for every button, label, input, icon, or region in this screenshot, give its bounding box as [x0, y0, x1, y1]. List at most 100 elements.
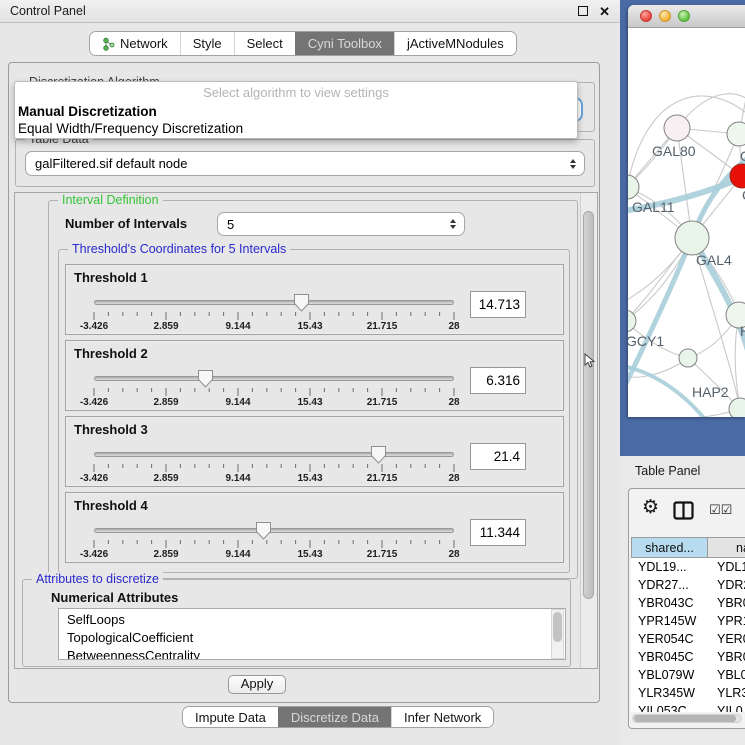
table-row[interactable]: YDR27...YDR2: [631, 576, 745, 594]
table-row[interactable]: YPR145WYPR1: [631, 612, 745, 630]
tab-select[interactable]: Select: [234, 32, 295, 55]
table-cell: YBR0: [708, 596, 745, 610]
table-row[interactable]: YBR043CYBR0: [631, 594, 745, 612]
threshold-2-row: Threshold 2-3.4262.8599.14415.4321.71528…: [65, 340, 564, 411]
tab-label: Network: [120, 36, 168, 51]
algorithm-popup-prompt: Select algorithm to view settings: [15, 82, 577, 103]
slider-tick-label: 9.144: [208, 473, 268, 484]
combo-stepper-icon: [570, 159, 576, 169]
network-node-label: HAP2: [692, 384, 729, 400]
table-cell: YDL19...: [631, 560, 708, 574]
number-of-intervals-value: 5: [227, 217, 234, 232]
close-icon[interactable]: ✕: [599, 5, 610, 18]
slider-tick-label: 15.43: [280, 321, 340, 332]
network-node-label: GA: [740, 148, 745, 164]
node-GAL80[interactable]: [664, 115, 690, 141]
slider-tick-label: 21.715: [352, 321, 412, 332]
apply-button[interactable]: Apply: [228, 675, 286, 694]
mouse-cursor: [584, 353, 596, 369]
threshold-3-value-field[interactable]: 21.4: [470, 443, 526, 470]
network-window[interactable]: GAL80GACGAL11GAL4HGCY1HAP2: [628, 5, 745, 417]
slider-track: [94, 528, 454, 533]
minimize-traffic-light-icon[interactable]: [659, 10, 671, 22]
table-cell: YIL0: [708, 704, 745, 712]
threshold-2-value-field[interactable]: 6.316: [470, 367, 526, 394]
table-row[interactable]: YER054CYER0: [631, 630, 745, 648]
table-horizontal-scrollbar[interactable]: [632, 714, 742, 723]
table-column-header-2[interactable]: na...: [708, 537, 745, 558]
table-data-combobox-value: galFiltered.sif default node: [35, 156, 187, 171]
table-cell: YER054C: [631, 632, 708, 646]
table-cell: YBR043C: [631, 596, 708, 610]
attribute-item-betweennesscentrality[interactable]: BetweennessCentrality: [67, 647, 565, 660]
network-canvas[interactable]: GAL80GACGAL11GAL4HGCY1HAP2: [628, 28, 745, 417]
attributes-list-scrollbar[interactable]: [551, 609, 564, 659]
table-rows: YDL19...YDL1YDR27...YDR2YBR043CYBR0YPR14…: [631, 558, 745, 712]
bottom-tab-infer-network[interactable]: Infer Network: [391, 707, 493, 727]
zoom-traffic-light-icon[interactable]: [678, 10, 690, 22]
settings-vertical-scrollbar[interactable]: [580, 193, 597, 668]
bottom-tab-discretize-data[interactable]: Discretize Data: [278, 707, 391, 727]
numerical-attributes-list[interactable]: SelfLoopsTopologicalCoefficientBetweenne…: [58, 608, 566, 660]
slider-thumb-icon[interactable]: [198, 370, 213, 388]
threshold-2-slider[interactable]: -3.4262.8599.14415.4321.71528: [86, 367, 526, 411]
slider-tick-label: 21.715: [352, 473, 412, 484]
node-bottom-right[interactable]: [729, 398, 745, 417]
slider-ticks: [86, 464, 466, 473]
bottom-tab-impute-data[interactable]: Impute Data: [183, 707, 278, 727]
checkbox-icons[interactable]: ☑☑: [709, 503, 732, 518]
bottom-tab-label: Infer Network: [404, 710, 481, 725]
slider-thumb-icon[interactable]: [256, 522, 271, 540]
threshold-1-slider[interactable]: -3.4262.8599.14415.4321.71528: [86, 291, 526, 335]
gear-icon[interactable]: ⚙: [642, 498, 659, 517]
float-window-icon[interactable]: [578, 6, 588, 16]
table-row[interactable]: YBR045CYBR0: [631, 648, 745, 666]
algorithm-option-manual-discretization[interactable]: Manual Discretization: [15, 103, 577, 120]
table-row[interactable]: YIL053CYIL0: [631, 702, 745, 712]
slider-ticks: [86, 312, 466, 321]
close-traffic-light-icon[interactable]: [640, 10, 652, 22]
table-row[interactable]: YLR345WYLR3: [631, 684, 745, 702]
tab-label: Style: [193, 36, 222, 51]
table-column-header-1[interactable]: shared...: [631, 537, 708, 558]
node-HAP2[interactable]: [679, 349, 697, 367]
combo-stepper-icon: [450, 219, 456, 229]
tab-cyni-toolbox[interactable]: Cyni Toolbox: [295, 32, 394, 55]
threshold-4-slider[interactable]: -3.4262.8599.14415.4321.71528: [86, 519, 526, 563]
attribute-item-topologicalcoefficient[interactable]: TopologicalCoefficient: [67, 629, 565, 647]
split-columns-icon[interactable]: [673, 501, 694, 520]
threshold-1-row: Threshold 1-3.4262.8599.14415.4321.71528…: [65, 264, 564, 335]
slider-thumb-icon[interactable]: [294, 294, 309, 312]
table-cell: YBL079W: [631, 668, 708, 682]
network-node-label: GCY1: [628, 333, 664, 349]
threshold-1-value-field[interactable]: 14.713: [470, 291, 526, 318]
threshold-3-slider[interactable]: -3.4262.8599.14415.4321.71528: [86, 443, 526, 487]
top-tab-bar: Network Style SelectCyni ToolboxjActiveMNo…: [89, 31, 517, 56]
tab-network[interactable]: Network: [90, 32, 180, 55]
table-cell: YPR1: [708, 614, 745, 628]
table-row[interactable]: YDL19...YDL1: [631, 558, 745, 576]
table-data-combobox[interactable]: galFiltered.sif default node: [25, 151, 585, 176]
table-panel-box: ⚙ ☑☑ shared...na... YDL19...YDL1YDR27...…: [628, 488, 745, 729]
numerical-attributes-label: Numerical Attributes: [51, 590, 178, 605]
threshold-4-value-field[interactable]: 11.344: [470, 519, 526, 546]
panel-title: Control Panel: [10, 4, 86, 18]
slider-tick-label: 9.144: [208, 321, 268, 332]
network-edge-thick: [628, 238, 692, 390]
table-panel: Table Panel ⚙ ☑☑ shared...na... YDL19...…: [620, 456, 745, 745]
node-GAL4[interactable]: [675, 221, 709, 255]
slider-thumb-icon[interactable]: [371, 446, 386, 464]
tab-jactivemnodules[interactable]: jActiveMNodules: [394, 32, 516, 55]
attribute-item-selfloops[interactable]: SelfLoops: [67, 611, 565, 629]
tab-style[interactable]: Style: [180, 32, 234, 55]
number-of-intervals-label: Number of Intervals: [65, 216, 187, 231]
slider-tick-label: 15.43: [280, 549, 340, 560]
table-cell: YDR2: [708, 578, 745, 592]
table-row[interactable]: YBL079WYBL0: [631, 666, 745, 684]
table-cell: YLR345W: [631, 686, 708, 700]
number-of-intervals-combobox[interactable]: 5: [217, 212, 465, 236]
network-window-titlebar: [628, 5, 745, 28]
table-cell: YIL053C: [631, 704, 708, 712]
algorithm-option-equal-width-frequency-discretization[interactable]: Equal Width/Frequency Discretization: [15, 120, 577, 137]
node-upper-right[interactable]: [727, 122, 745, 146]
